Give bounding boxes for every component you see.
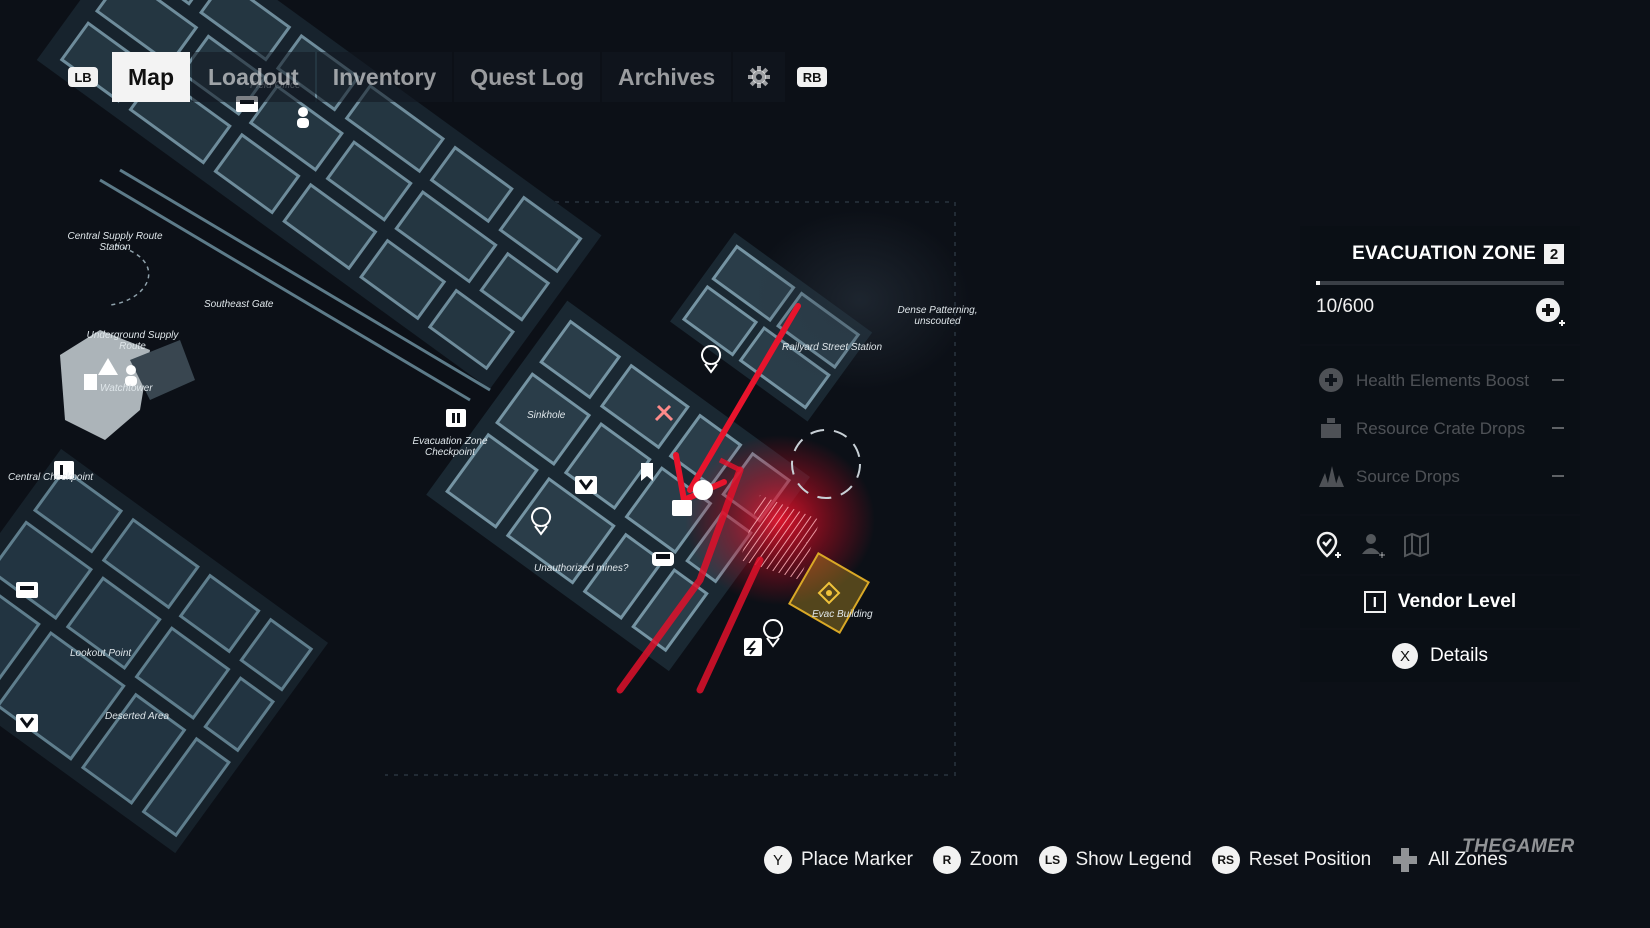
tab-bar: LB Map Loadout Inventory Quest Log Archi… xyxy=(68,51,828,103)
crate-icon xyxy=(1321,418,1341,438)
zone-name: EVACUATION ZONE xyxy=(1352,243,1536,264)
supply-route xyxy=(109,244,150,306)
hint-label: Place Marker xyxy=(801,849,913,870)
details-label: Details xyxy=(1429,645,1489,666)
hint-label: Reset Position xyxy=(1248,849,1372,870)
vault-icon xyxy=(575,476,597,494)
checkpoint-icon xyxy=(54,461,74,479)
add-marker-icon[interactable] xyxy=(1314,530,1344,560)
dpad-icon xyxy=(1391,846,1419,874)
shop-icon xyxy=(693,480,713,500)
gear-icon xyxy=(748,66,771,88)
boost-list: Health Elements Boost Resource Crate Dro… xyxy=(1300,346,1580,514)
waypoint-icon xyxy=(763,619,784,648)
button-hints: Y Place Marker R Zoom LS Show Legend RS … xyxy=(764,846,1527,874)
zone-panel: EVACUATION ZONE 2 10/600 Health Elements… xyxy=(1300,226,1580,684)
boost-label: Resource Crate Drops xyxy=(1356,418,1526,438)
lb-bumper-button[interactable]: LB xyxy=(68,67,98,87)
zone-progress-text: 10/600 xyxy=(1316,296,1375,317)
city-grid-southwest xyxy=(0,448,329,854)
watermark-logo: THEGAMER xyxy=(1462,836,1575,857)
zone-header: EVACUATION ZONE 2 10/600 xyxy=(1300,226,1580,344)
source-crystal-icon xyxy=(1319,466,1344,487)
tab-map[interactable]: Map xyxy=(112,52,190,102)
zone-progress-fill xyxy=(1316,281,1321,285)
fog-area xyxy=(750,210,970,390)
add-progress-icon[interactable] xyxy=(1534,296,1566,328)
tab-quest-log[interactable]: Quest Log xyxy=(454,52,600,102)
zone-progress-bar xyxy=(1316,281,1564,285)
zone-level-badge: 2 xyxy=(1544,244,1564,264)
boost-label: Health Elements Boost xyxy=(1356,370,1529,390)
panel-action-icons xyxy=(1300,516,1580,574)
details-button[interactable]: X Details xyxy=(1300,630,1580,682)
add-agent-icon[interactable] xyxy=(1358,530,1388,560)
vendor-level-label: Vendor Level xyxy=(1397,591,1517,612)
hint-label: Show Legend xyxy=(1075,849,1192,870)
map-fold-icon[interactable] xyxy=(1402,530,1432,560)
hint-place-marker[interactable]: Y Place Marker xyxy=(764,846,913,874)
right-stick-press-icon: RS xyxy=(1211,846,1240,874)
y-button-icon: Y xyxy=(764,846,792,874)
zone-title: EVACUATION ZONE 2 xyxy=(1352,243,1564,265)
hint-reset-position[interactable]: RS Reset Position xyxy=(1211,846,1372,874)
rb-bumper-button[interactable]: RB xyxy=(797,67,828,87)
hint-zoom[interactable]: R Zoom xyxy=(932,846,1019,874)
tab-settings[interactable] xyxy=(733,52,786,102)
boost-item: Source Drops xyxy=(1316,452,1564,500)
x-button-icon: X xyxy=(1391,643,1418,669)
right-stick-icon: R xyxy=(932,846,961,874)
checkpoint-icon xyxy=(446,409,466,427)
boost-minus-icon xyxy=(1552,379,1564,381)
power-icon xyxy=(744,638,762,656)
boost-label: Source Drops xyxy=(1356,466,1460,486)
tab-archives[interactable]: Archives xyxy=(601,52,732,102)
bed-icon xyxy=(16,582,38,598)
bookmark-icon xyxy=(84,374,97,390)
vendor-key-icon: I xyxy=(1363,591,1386,613)
vehicle-icon xyxy=(652,552,674,566)
left-stick-icon: LS xyxy=(1038,846,1067,874)
hint-label: Zoom xyxy=(969,849,1019,870)
boost-item: Resource Crate Drops xyxy=(1316,404,1564,452)
boost-minus-icon xyxy=(1552,475,1564,477)
boost-item: Health Elements Boost xyxy=(1316,356,1564,404)
tab-loadout[interactable]: Loadout xyxy=(192,52,315,102)
boost-minus-icon xyxy=(1552,427,1564,429)
vault-icon xyxy=(16,714,38,732)
vendor-level-button[interactable]: I Vendor Level xyxy=(1300,576,1580,628)
tab-inventory[interactable]: Inventory xyxy=(316,52,453,102)
hint-show-legend[interactable]: LS Show Legend xyxy=(1038,846,1192,874)
health-cross-icon xyxy=(1319,368,1343,392)
camp-icon xyxy=(672,500,692,516)
